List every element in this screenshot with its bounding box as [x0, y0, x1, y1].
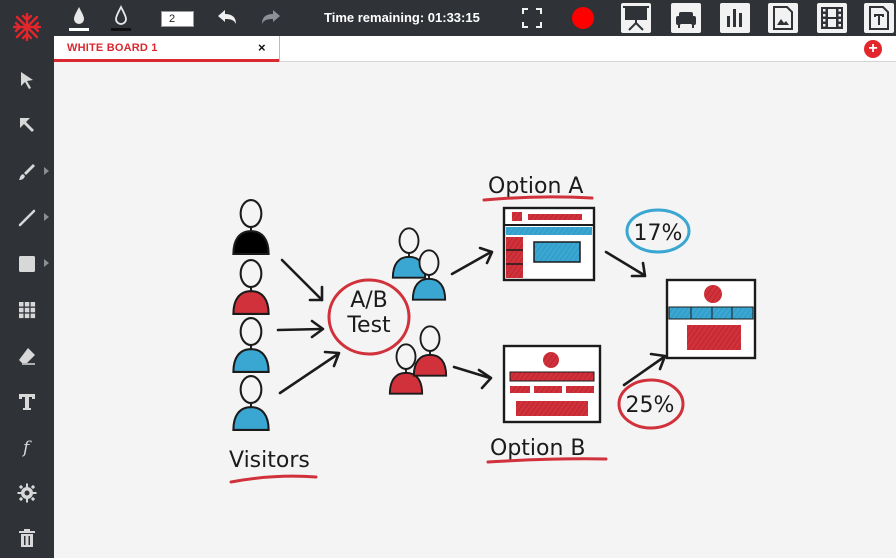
tab-white-board-1[interactable]: WHITE BOARD 1 ×: [54, 36, 279, 62]
record-button[interactable]: [569, 0, 597, 36]
text-icon: [19, 394, 35, 410]
stroke-color-button[interactable]: [108, 0, 134, 36]
eraser-icon: [19, 348, 35, 365]
top-toolbar: 2 Time remaining: 01:33:15: [54, 0, 896, 36]
submenu-caret-icon: [44, 167, 49, 175]
pointer-tool[interactable]: [0, 103, 54, 147]
submenu-caret-icon: [44, 213, 49, 221]
sofa-icon: [676, 12, 696, 28]
presentation-board-icon: [623, 6, 649, 31]
whiteboard-app: f 2 Time remaining: 01:33:15 WHITE BOARD…: [0, 0, 896, 558]
text-file-icon: [869, 6, 889, 30]
ab-label-line2: Test: [346, 313, 391, 338]
line-icon: [18, 209, 36, 227]
result-page: [665, 278, 757, 360]
grid-tool[interactable]: [0, 288, 54, 332]
insert-text-file-button[interactable]: [864, 3, 894, 33]
trash-icon: [19, 529, 35, 547]
delete-tool[interactable]: [0, 516, 54, 558]
presentation-button[interactable]: [621, 3, 651, 33]
line-tool[interactable]: [0, 196, 54, 240]
brush-size-input[interactable]: 2: [161, 11, 194, 27]
visitor-person-blue: [232, 317, 270, 373]
insert-image-button[interactable]: [768, 3, 798, 33]
record-icon: [572, 7, 594, 29]
tab-bar: WHITE BOARD 1 × +: [54, 36, 896, 62]
select-arrow-icon: [21, 72, 33, 89]
image-file-icon: [773, 6, 793, 30]
time-remaining: Time remaining: 01:33:15: [324, 10, 480, 25]
undo-button[interactable]: [214, 0, 240, 36]
settings-gear-icon: [17, 483, 37, 503]
visitors-underline: [229, 474, 318, 484]
grid-icon: [19, 302, 36, 319]
group-a-people: [391, 227, 447, 301]
formula-tool[interactable]: f: [0, 425, 54, 469]
option-a-label: Option A: [488, 174, 583, 199]
ab-label-line1: A/B: [350, 288, 388, 313]
svg-text:f: f: [21, 438, 32, 458]
fill-color-button[interactable]: [66, 0, 92, 36]
drop-filled-icon: [69, 7, 89, 31]
percent-b-label: 25%: [626, 393, 675, 418]
option-a-page: [502, 206, 596, 282]
select-tool[interactable]: [0, 58, 54, 102]
visitor-person-blue: [232, 199, 270, 255]
eraser-tool[interactable]: [0, 334, 54, 378]
add-tab-button[interactable]: +: [864, 40, 882, 58]
tab-title: WHITE BOARD 1: [67, 42, 158, 54]
group-b-people: [388, 325, 448, 395]
waiting-room-button[interactable]: [671, 3, 701, 33]
left-toolbar: f: [0, 0, 54, 558]
visitor-person-red: [232, 259, 270, 315]
fullscreen-button[interactable]: [519, 0, 545, 36]
undo-icon: [218, 10, 236, 24]
percent-a-label: 17%: [634, 221, 683, 246]
close-tab-icon[interactable]: ×: [258, 40, 266, 55]
fullscreen-icon: [522, 8, 542, 28]
whiteboard-canvas[interactable]: A/B Test Option A 17% Option B 25% Visit…: [54, 62, 896, 558]
redo-button[interactable]: [258, 0, 284, 36]
pointer-arrow-icon: [20, 118, 34, 132]
ab-test-drawing: A/B Test Option A 17% Option B 25% Visit…: [229, 174, 757, 484]
film-strip-icon: [821, 7, 843, 29]
visitor-person-blue: [232, 375, 270, 431]
settings-tool[interactable]: [0, 471, 54, 515]
option-b-page: [502, 344, 602, 424]
shape-icon: [19, 256, 35, 272]
option-a-underline: [482, 195, 594, 202]
drop-outline-icon: [111, 4, 131, 31]
formula-icon: f: [21, 438, 32, 458]
bar-chart-icon: [727, 9, 742, 27]
brush-icon: [19, 164, 35, 180]
poll-chart-button[interactable]: [720, 3, 750, 33]
tab-divider: [279, 36, 280, 62]
text-tool[interactable]: [0, 380, 54, 424]
visitors-label: Visitors: [229, 448, 310, 473]
app-logo-icon: [0, 0, 54, 54]
insert-video-button[interactable]: [817, 3, 847, 33]
brush-tool[interactable]: [0, 150, 54, 194]
redo-icon: [262, 10, 280, 24]
shape-tool[interactable]: [0, 242, 54, 286]
submenu-caret-icon: [44, 259, 49, 267]
option-b-label: Option B: [490, 436, 586, 461]
